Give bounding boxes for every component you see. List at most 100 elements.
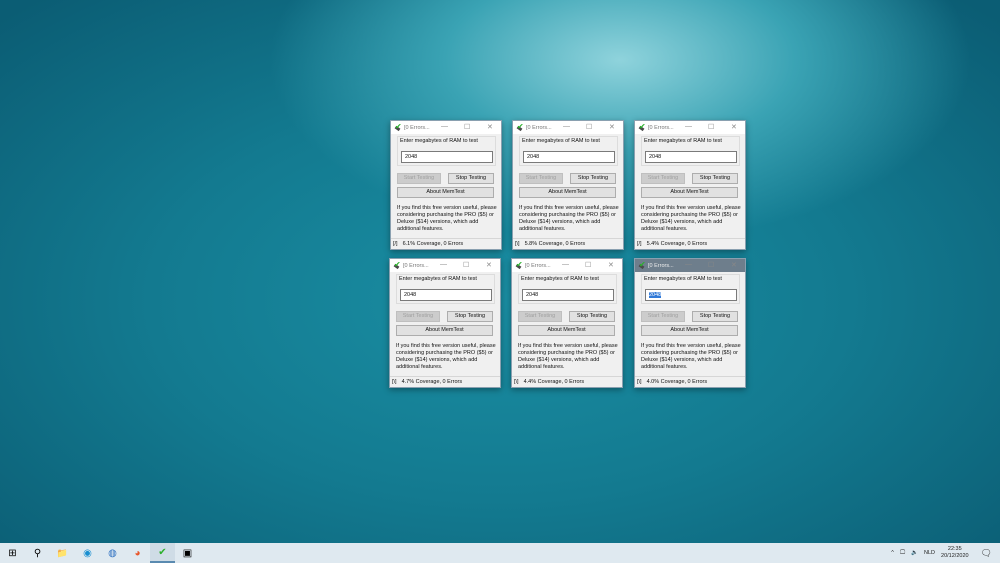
minimize-button[interactable]: — xyxy=(563,123,570,130)
title-bar[interactable]: [0 Errors... — ☐ ✕ xyxy=(512,259,622,272)
maximize-button[interactable]: ☐ xyxy=(708,123,714,131)
search-icon: ⚲ xyxy=(33,547,42,559)
firefox-icon: ◕ xyxy=(134,547,141,559)
stop-testing-button[interactable]: Stop Testing xyxy=(569,311,615,322)
about-memtest-button[interactable]: About MemTest xyxy=(518,325,615,336)
title-bar[interactable]: [0 Errors... — ☐ ✕ xyxy=(391,121,501,134)
edge-button[interactable]: ◉ xyxy=(75,543,100,563)
clock[interactable]: 22:35 20/12/2020 xyxy=(941,546,969,560)
about-memtest-button[interactable]: About MemTest xyxy=(397,187,494,198)
about-memtest-button[interactable]: About MemTest xyxy=(641,325,738,336)
stop-testing-button[interactable]: Stop Testing xyxy=(692,173,738,184)
stop-testing-button[interactable]: Stop Testing xyxy=(692,311,738,322)
info-text: If you find this free version useful, pl… xyxy=(397,205,497,232)
spinner-indicator: [\] xyxy=(514,379,519,385)
ram-input-value: 2048 xyxy=(405,154,418,160)
close-button[interactable]: ✕ xyxy=(608,261,614,269)
language-indicator[interactable]: NLD xyxy=(924,550,935,556)
status-bar: [\] 4.7% Coverage, 0 Errors xyxy=(390,376,500,387)
memtest-window[interactable]: [0 Errors... — ☐ ✕ Enter megabytes of RAM to… xyxy=(634,258,746,388)
ram-prompt-label: Enter megabytes of RAM to test xyxy=(644,276,722,282)
ram-input-value: 2048 xyxy=(404,292,417,298)
notification-icon[interactable]: 🗨 xyxy=(981,548,992,559)
thunderbird-icon: ◍ xyxy=(108,547,117,559)
ram-input-value: 2048 xyxy=(649,292,662,298)
ram-prompt-label: Enter megabytes of RAM to test xyxy=(522,138,600,144)
window-title: [0 Errors... xyxy=(648,262,674,269)
coverage-status: 6.1% Coverage, 0 Errors xyxy=(402,241,464,247)
ram-input[interactable]: 2048 xyxy=(401,151,493,163)
taskbar: ⊞ ⚲ 📁 ◉ ◍ ◕ ✔ ▣ ^ 🖵 🔈 NLD 22:35 20/12/2020 🗨 xyxy=(0,543,1000,563)
memtest-window[interactable]: [0 Errors... — ☐ ✕ Enter megabytes of RAM to… xyxy=(634,120,746,250)
window-title: [0 Errors... xyxy=(648,124,674,131)
start-testing-button[interactable]: Start Testing xyxy=(396,311,440,322)
window-title: [0 Errors... xyxy=(526,124,552,131)
info-text: If you find this free version useful, pl… xyxy=(519,205,619,232)
start-testing-button[interactable]: Start Testing xyxy=(641,311,685,322)
volume-icon[interactable]: 🔈 xyxy=(911,550,918,556)
file-explorer-icon: 📁 xyxy=(56,547,69,558)
close-button[interactable]: ✕ xyxy=(487,123,493,131)
title-bar[interactable]: [0 Errors... — ☐ ✕ xyxy=(635,259,745,272)
ram-prompt-label: Enter megabytes of RAM to test xyxy=(399,276,477,282)
close-button[interactable]: ✕ xyxy=(609,123,615,131)
ram-input[interactable]: 2048 xyxy=(645,151,737,163)
maximize-button[interactable]: ☐ xyxy=(585,261,591,269)
close-button[interactable]: ✕ xyxy=(731,123,737,131)
info-text: If you find this free version useful, pl… xyxy=(518,343,618,370)
window-title: [0 Errors... xyxy=(525,262,551,269)
close-button[interactable]: ✕ xyxy=(486,261,492,269)
start-testing-button[interactable]: Start Testing xyxy=(397,173,441,184)
about-memtest-button[interactable]: About MemTest xyxy=(396,325,493,336)
ram-input[interactable]: 2048 xyxy=(523,151,615,163)
about-memtest-button[interactable]: About MemTest xyxy=(641,187,738,198)
minimize-button[interactable]: — xyxy=(441,123,448,130)
memtest-window[interactable]: [0 Errors... — ☐ ✕ Enter megabytes of RAM to… xyxy=(512,120,624,250)
status-bar: [\] 5.8% Coverage, 0 Errors xyxy=(513,238,623,249)
memtest-window[interactable]: [0 Errors... — ☐ ✕ Enter megabytes of RAM to… xyxy=(390,120,502,250)
coverage-status: 5.8% Coverage, 0 Errors xyxy=(524,241,586,247)
title-bar[interactable]: [0 Errors... — ☐ ✕ xyxy=(390,259,500,272)
start-testing-button[interactable]: Start Testing xyxy=(641,173,685,184)
about-memtest-button[interactable]: About MemTest xyxy=(519,187,616,198)
title-bar[interactable]: [0 Errors... — ☐ ✕ xyxy=(513,121,623,134)
stop-testing-button[interactable]: Stop Testing xyxy=(570,173,616,184)
maximize-button[interactable]: ☐ xyxy=(464,123,470,131)
ram-input-value: 2048 xyxy=(527,154,540,160)
memtest-window[interactable]: [0 Errors... — ☐ ✕ Enter megabytes of RAM to… xyxy=(511,258,623,388)
maximize-button[interactable]: ☐ xyxy=(586,123,592,131)
network-app-button[interactable]: ▣ xyxy=(175,543,200,563)
memtest-window[interactable]: [0 Errors... — ☐ ✕ Enter megabytes of RAM to… xyxy=(389,258,501,388)
minimize-button[interactable]: — xyxy=(440,261,447,268)
info-text: If you find this free version useful, pl… xyxy=(396,343,496,370)
ram-input[interactable]: 2048 xyxy=(400,289,492,301)
memtest-app-icon xyxy=(638,260,646,270)
search-button[interactable]: ⚲ xyxy=(25,543,50,563)
info-text: If you find this free version useful, pl… xyxy=(641,205,741,232)
close-button[interactable]: ✕ xyxy=(731,261,737,269)
ram-input[interactable]: 2048 xyxy=(522,289,614,301)
maximize-button[interactable]: ☐ xyxy=(463,261,469,269)
stop-testing-button[interactable]: Stop Testing xyxy=(448,173,494,184)
title-bar[interactable]: [0 Errors... — ☐ ✕ xyxy=(635,121,745,134)
start-button[interactable]: ⊞ xyxy=(0,543,25,563)
spinner-indicator: [/] xyxy=(637,241,642,247)
system-tray: ^ 🖵 🔈 NLD 22:35 20/12/2020 🗨 xyxy=(891,543,1000,563)
memtest-button[interactable]: ✔ xyxy=(150,543,175,563)
minimize-button[interactable]: — xyxy=(562,261,569,268)
thunderbird-button[interactable]: ◍ xyxy=(100,543,125,563)
coverage-status: 4.0% Coverage, 0 Errors xyxy=(646,379,708,385)
network-icon[interactable]: 🖵 xyxy=(900,550,905,557)
minimize-button[interactable]: — xyxy=(685,261,692,268)
ram-input[interactable]: 2048 xyxy=(645,289,737,301)
file-explorer-button[interactable]: 📁 xyxy=(50,543,75,563)
start-testing-button[interactable]: Start Testing xyxy=(518,311,562,322)
stop-testing-button[interactable]: Stop Testing xyxy=(447,311,493,322)
start-testing-button[interactable]: Start Testing xyxy=(519,173,563,184)
info-text: If you find this free version useful, pl… xyxy=(641,343,741,370)
chevron-up-icon[interactable]: ^ xyxy=(891,550,894,556)
spinner-indicator: [/] xyxy=(393,241,398,247)
firefox-button[interactable]: ◕ xyxy=(125,543,150,563)
maximize-button[interactable]: ☐ xyxy=(708,261,714,269)
minimize-button[interactable]: — xyxy=(685,123,692,130)
